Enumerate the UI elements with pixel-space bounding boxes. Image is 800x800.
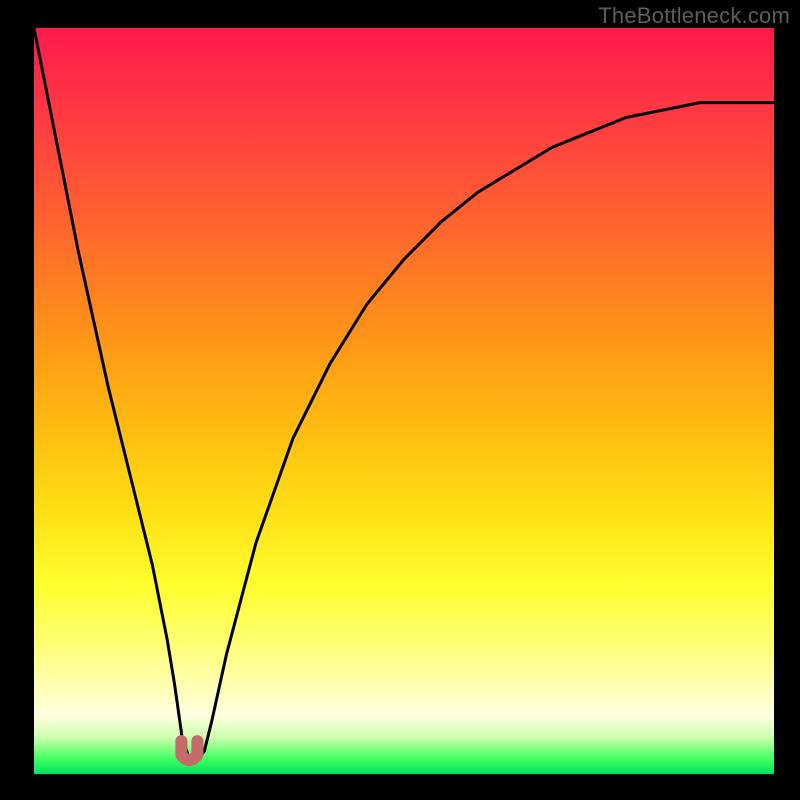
bottleneck-curve: [34, 28, 774, 759]
chart-frame: TheBottleneck.com: [0, 0, 800, 800]
optimal-point-marker: [181, 741, 197, 760]
chart-plot-area: [34, 28, 774, 774]
chart-svg: [34, 28, 774, 774]
watermark-text: TheBottleneck.com: [598, 3, 790, 29]
